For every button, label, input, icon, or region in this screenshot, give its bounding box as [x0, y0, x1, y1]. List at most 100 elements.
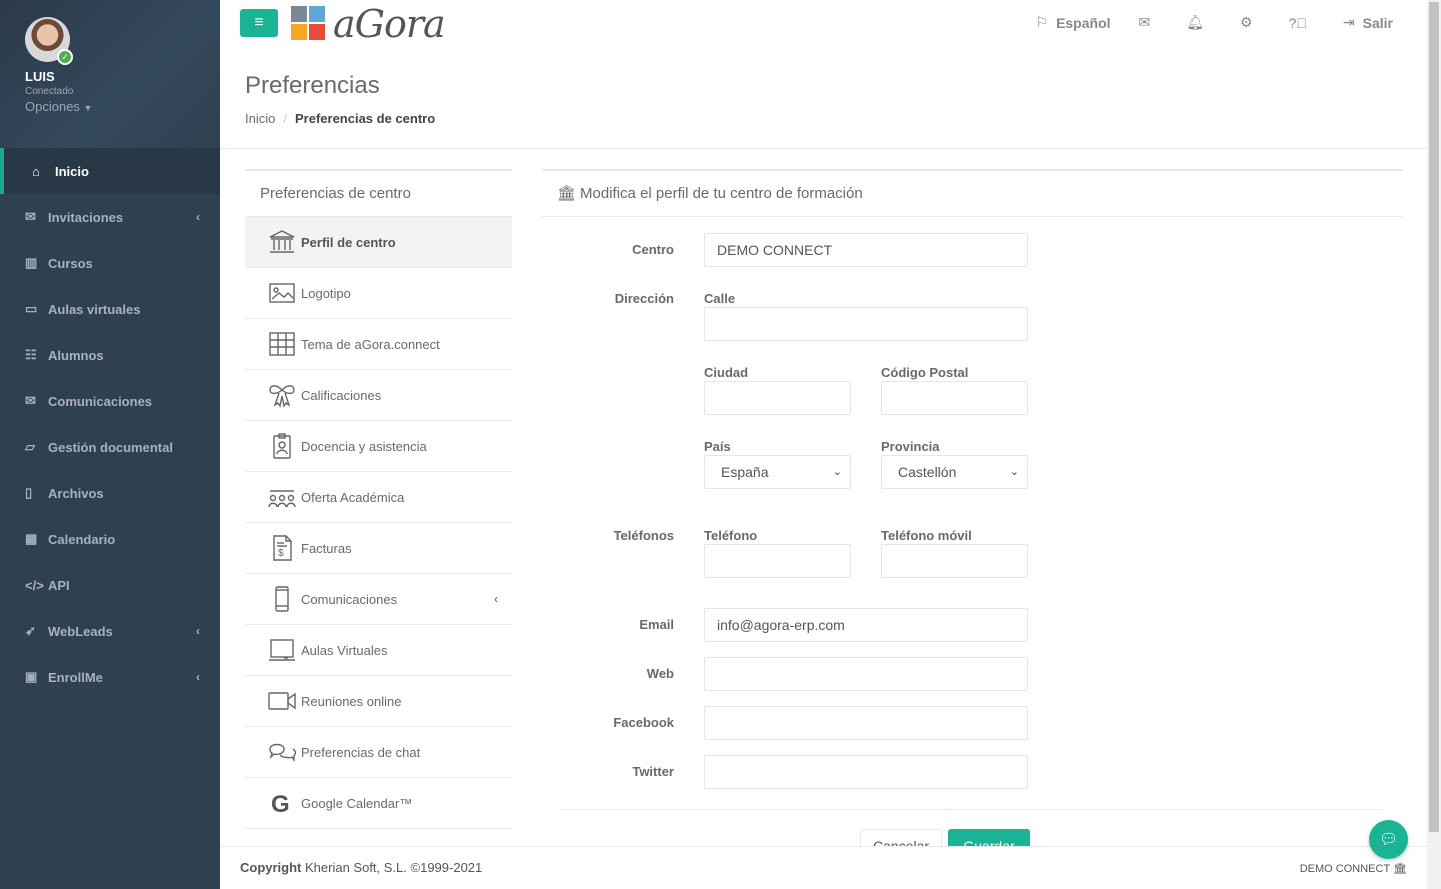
centro-input[interactable]: DEMO CONNECT — [704, 233, 1028, 267]
email-input[interactable]: info@agora-erp.com — [704, 608, 1028, 642]
twitter-input[interactable] — [704, 755, 1028, 789]
breadcrumb-current: Preferencias de centro — [294, 111, 436, 126]
preferences-item-tema-de-agora-connect[interactable]: Tema de aGora.connect — [245, 319, 512, 370]
chevron-left-icon: ‹ — [196, 210, 200, 224]
breadcrumb-home-link[interactable]: Inicio — [245, 111, 275, 126]
telefono-input[interactable] — [704, 544, 851, 578]
sidebar-item-aulas-virtuales[interactable]: ▭ Aulas virtuales — [0, 286, 220, 332]
language-selector[interactable]: ⚐ Español — [1036, 14, 1111, 31]
sidebar-icon: ✉ — [25, 393, 36, 408]
chat-button[interactable]: 💬︎ — [1369, 820, 1408, 859]
preferences-item-label: Google Calendar™ — [301, 795, 413, 811]
pais-label: País — [704, 439, 731, 454]
sidebar-icon: ▥ — [25, 255, 38, 270]
cancel-button[interactable]: Cancelar — [860, 829, 942, 846]
preferences-item-reuniones-online[interactable]: Reuniones online — [245, 676, 512, 727]
video-icon — [267, 688, 297, 714]
save-button[interactable]: Guardar — [948, 829, 1030, 846]
scrollbar-thumb[interactable] — [1429, 2, 1439, 832]
ribbon-icon — [267, 382, 297, 408]
preferences-item-oferta-acad-mica[interactable]: Oferta Académica — [245, 472, 512, 523]
sidebar-item-api[interactable]: </> API — [0, 562, 220, 608]
provincia-label: Provincia — [881, 439, 940, 454]
sidebar-item-label: Archivos — [48, 485, 104, 501]
sidebar-item-calendario[interactable]: ▦ Calendario — [0, 516, 220, 562]
preferences-item-docencia-y-asistencia[interactable]: Docencia y asistencia — [245, 421, 512, 472]
preferences-item-label: Reuniones online — [301, 693, 402, 709]
preferences-item-comunicaciones[interactable]: Comunicaciones ‹ — [245, 574, 512, 625]
profile-form-panel: 🏛︎ Modifica el perfil de tu centro de for… — [542, 169, 1403, 217]
messages-button[interactable]: ✉ — [1139, 14, 1159, 31]
logout-label: Salir — [1362, 14, 1393, 31]
sidebar-item-enrollme[interactable]: ▣ EnrollMe ‹ — [0, 654, 220, 700]
pais-select-value: España — [721, 464, 769, 480]
sidebar-icon: ✉ — [25, 209, 36, 224]
sidebar-item-alumnos[interactable]: ☷ Alumnos — [0, 332, 220, 378]
bank-icon — [267, 229, 297, 255]
sidebar-icon: ▱ — [25, 439, 35, 454]
sidebar-item-cursos[interactable]: ▥ Cursos — [0, 240, 220, 286]
settings-button[interactable]: ⚙ — [1240, 14, 1261, 31]
provincia-select[interactable]: Castellón ⌄ — [881, 455, 1028, 489]
caret-down-icon: ▼ — [83, 103, 93, 113]
online-check-icon: ✓ — [57, 49, 73, 65]
preferences-item-label: Calificaciones — [301, 387, 382, 403]
telefono-label: Teléfono — [704, 528, 758, 543]
pais-select[interactable]: España ⌄ — [704, 455, 851, 489]
profile-form-title: 🏛︎ Modifica el perfil de tu centro de for… — [542, 169, 1403, 217]
logout-button[interactable]: ⇥ Salir — [1343, 14, 1393, 31]
preferences-item-perfil-de-centro[interactable]: Perfil de centro — [245, 217, 512, 268]
scrollbar[interactable] — [1427, 0, 1441, 889]
sidebar-nav: ⌂ Inicio ✉ Invitaciones ‹ ▥ Cursos ▭ Aulas virtu… — [0, 148, 220, 700]
preferences-item-facturas[interactable]: $ Facturas — [245, 523, 512, 574]
preferences-item-label: Oferta Académica — [301, 489, 405, 505]
topbar-actions: ⚐ Español ✉ 🔔︎ ⚙ ?⃝ ⇥ Salir — [1008, 14, 1394, 31]
user-options-label: Opciones — [25, 99, 80, 114]
footer-center: DEMO CONNECT 🏛︎ — [1300, 862, 1407, 875]
menu-toggle-button[interactable]: ≡ — [240, 9, 278, 37]
sidebar-item-webleads[interactable]: ➶ WebLeads ‹ — [0, 608, 220, 654]
copyright-text: Kherian Soft, S.L. ©1999-2021 — [301, 860, 483, 875]
ciudad-label: Ciudad — [704, 365, 749, 380]
sidebar-icon: ▣ — [25, 669, 38, 684]
sidebar-item-label: Calendario — [48, 531, 116, 547]
language-label: Español — [1056, 14, 1111, 31]
centro-label: Centro — [632, 242, 674, 257]
sidebar-item-archivos[interactable]: ▯ Archivos — [0, 470, 220, 516]
image-icon — [267, 280, 297, 306]
user-options-dropdown[interactable]: Opciones ▼ — [25, 99, 220, 114]
svg-text:G: G — [271, 791, 290, 816]
laptop-icon — [267, 637, 297, 663]
preferences-item-preferencias-de-chat[interactable]: Preferencias de chat — [245, 727, 512, 778]
preferences-item-calificaciones[interactable]: Calificaciones — [245, 370, 512, 421]
sidebar-item-label: Gestión documental — [48, 439, 173, 455]
sidebar-item-comunicaciones[interactable]: ✉ Comunicaciones — [0, 378, 220, 424]
help-button[interactable]: ?⃝ — [1289, 15, 1315, 31]
web-input[interactable] — [704, 657, 1028, 691]
provincia-select-value: Castellón — [898, 464, 957, 480]
sidebar-item-label: API — [48, 577, 70, 593]
gear-icon: ⚙ — [1240, 14, 1253, 30]
preferences-menu-list: Perfil de centro Logotipo Tema de aGora.co… — [245, 217, 512, 829]
sidebar-item-gesti-n-documental[interactable]: ▱ Gestión documental — [0, 424, 220, 470]
facebook-input[interactable] — [704, 706, 1028, 740]
preferences-item-label: Tema de aGora.connect — [301, 336, 440, 352]
preferences-item-label: Facturas — [301, 540, 352, 556]
ciudad-input[interactable] — [704, 381, 851, 415]
sidebar-icon: </> — [25, 577, 44, 593]
copyright: Copyright Kherian Soft, S.L. ©1999-2021 — [240, 860, 482, 875]
telefono-movil-input[interactable] — [881, 544, 1028, 578]
sidebar-item-invitaciones[interactable]: ✉ Invitaciones ‹ — [0, 194, 220, 240]
sidebar-icon: ⌂ — [32, 163, 40, 179]
calle-input[interactable] — [704, 307, 1028, 341]
preferences-item-google-calendar-[interactable]: G Google Calendar™ — [245, 778, 512, 829]
notifications-button[interactable]: 🔔︎ — [1186, 14, 1212, 31]
page-heading: Preferencias Inicio / Preferencias de cent… — [220, 52, 1427, 149]
sidebar-item-inicio[interactable]: ⌂ Inicio — [0, 148, 220, 194]
facebook-label: Facebook — [613, 715, 674, 730]
codigo-postal-input[interactable] — [881, 381, 1028, 415]
page-title: Preferencias — [245, 72, 380, 99]
preferences-item-logotipo[interactable]: Logotipo — [245, 268, 512, 319]
preferences-item-aulas-virtuales[interactable]: Aulas Virtuales — [245, 625, 512, 676]
avatar[interactable]: ✓ — [25, 17, 73, 65]
